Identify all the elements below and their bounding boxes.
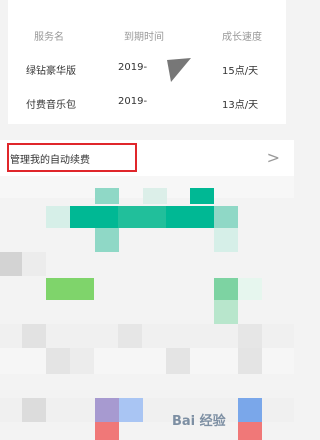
redaction-shape bbox=[167, 58, 191, 82]
growth-speed: 15点/天 bbox=[222, 66, 259, 77]
table-row: 绿钻豪华版 2019- 15点/天 bbox=[8, 62, 286, 78]
expiry-date: 2019- bbox=[118, 96, 148, 107]
service-table-card: 服务名 到期时间 成长速度 绿钻豪华版 2019- 15点/天 付费音乐包 20… bbox=[8, 0, 286, 124]
header-growth-speed: 成长速度 bbox=[222, 32, 262, 43]
baidu-jingyan-watermark: Bai 经验 bbox=[172, 406, 290, 430]
service-name: 付费音乐包 bbox=[26, 100, 76, 111]
header-service-name: 服务名 bbox=[34, 32, 64, 43]
table-header: 服务名 到期时间 成长速度 bbox=[8, 28, 286, 44]
watermark-text: Bai 经验 bbox=[172, 414, 226, 429]
pixelated-content-area bbox=[0, 176, 294, 440]
header-expiry-date: 到期时间 bbox=[124, 32, 164, 43]
expiry-date: 2019- bbox=[118, 62, 148, 73]
highlight-box bbox=[7, 143, 137, 172]
growth-speed: 13点/天 bbox=[222, 100, 259, 111]
table-row: 付费音乐包 2019- 13点/天 bbox=[8, 96, 286, 112]
service-name: 绿钻豪华版 bbox=[26, 66, 76, 77]
chevron-right-icon: > bbox=[266, 148, 280, 167]
